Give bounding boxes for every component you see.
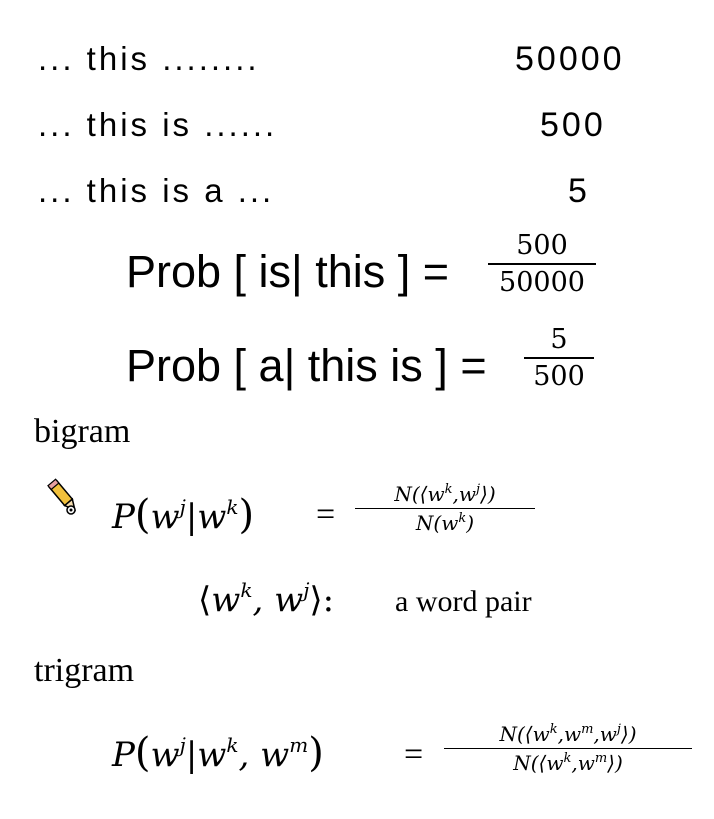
bigram-label: bigram: [34, 413, 131, 450]
prob2-numerator: 5: [550, 324, 568, 355]
trigram-numerator: N(⟨wk,wm,wj⟩): [499, 722, 637, 746]
w-symbol: w: [197, 497, 227, 537]
bigram-fraction: N(⟨wk,wj⟩) N(wk): [355, 482, 535, 535]
prob1-numerator: 500: [516, 230, 568, 261]
count-this: 50000: [515, 40, 625, 78]
prob2-denominator: 500: [533, 361, 585, 392]
word-pair-notation: ⟨wk, wj⟩:: [198, 578, 335, 620]
trigram-fraction: N(⟨wk,wm,wj⟩) N(⟨wk,wm⟩): [444, 722, 692, 775]
trigram-formula-lhs: P(wj|wk, wm): [112, 730, 324, 776]
bigram-formula-lhs: P(wj|wk): [112, 492, 255, 538]
w-symbol: w: [150, 497, 180, 537]
p-symbol: P: [112, 497, 135, 537]
trigram-denominator: N(⟨wk,wm⟩): [513, 751, 623, 775]
fraction-bar: [355, 508, 535, 509]
phrase-this-is: ... this is ......: [38, 106, 278, 143]
prob1-denominator: 50000: [499, 267, 585, 298]
fraction-bar: [524, 357, 594, 359]
count-this-is: 500: [540, 106, 606, 144]
trigram-label: trigram: [34, 652, 135, 689]
p-symbol: P: [112, 735, 135, 775]
prob-is-given-this: Prob [ is| this ] =: [126, 246, 450, 297]
trigram-equals: =: [404, 736, 424, 773]
prob-is-given-this-fraction: 500 50000: [488, 230, 596, 298]
prob-a-given-this-is: Prob [ a| this is ] =: [126, 340, 487, 391]
pencil-icon: [47, 478, 77, 515]
fraction-bar: [444, 748, 692, 749]
bigram-equals: =: [316, 496, 336, 533]
phrase-this: ... this ........: [38, 40, 260, 77]
bigram-denominator: N(wk): [415, 511, 475, 535]
fraction-bar: [488, 263, 596, 265]
prob-a-given-this-is-fraction: 5 500: [524, 324, 594, 392]
word-pair-description: a word pair: [395, 585, 532, 618]
k-superscript: k: [226, 495, 239, 519]
count-this-is-a: 5: [568, 172, 590, 210]
phrase-this-is-a: ... this is a ...: [38, 172, 275, 209]
bigram-numerator: N(⟨wk,wj⟩): [394, 482, 496, 506]
